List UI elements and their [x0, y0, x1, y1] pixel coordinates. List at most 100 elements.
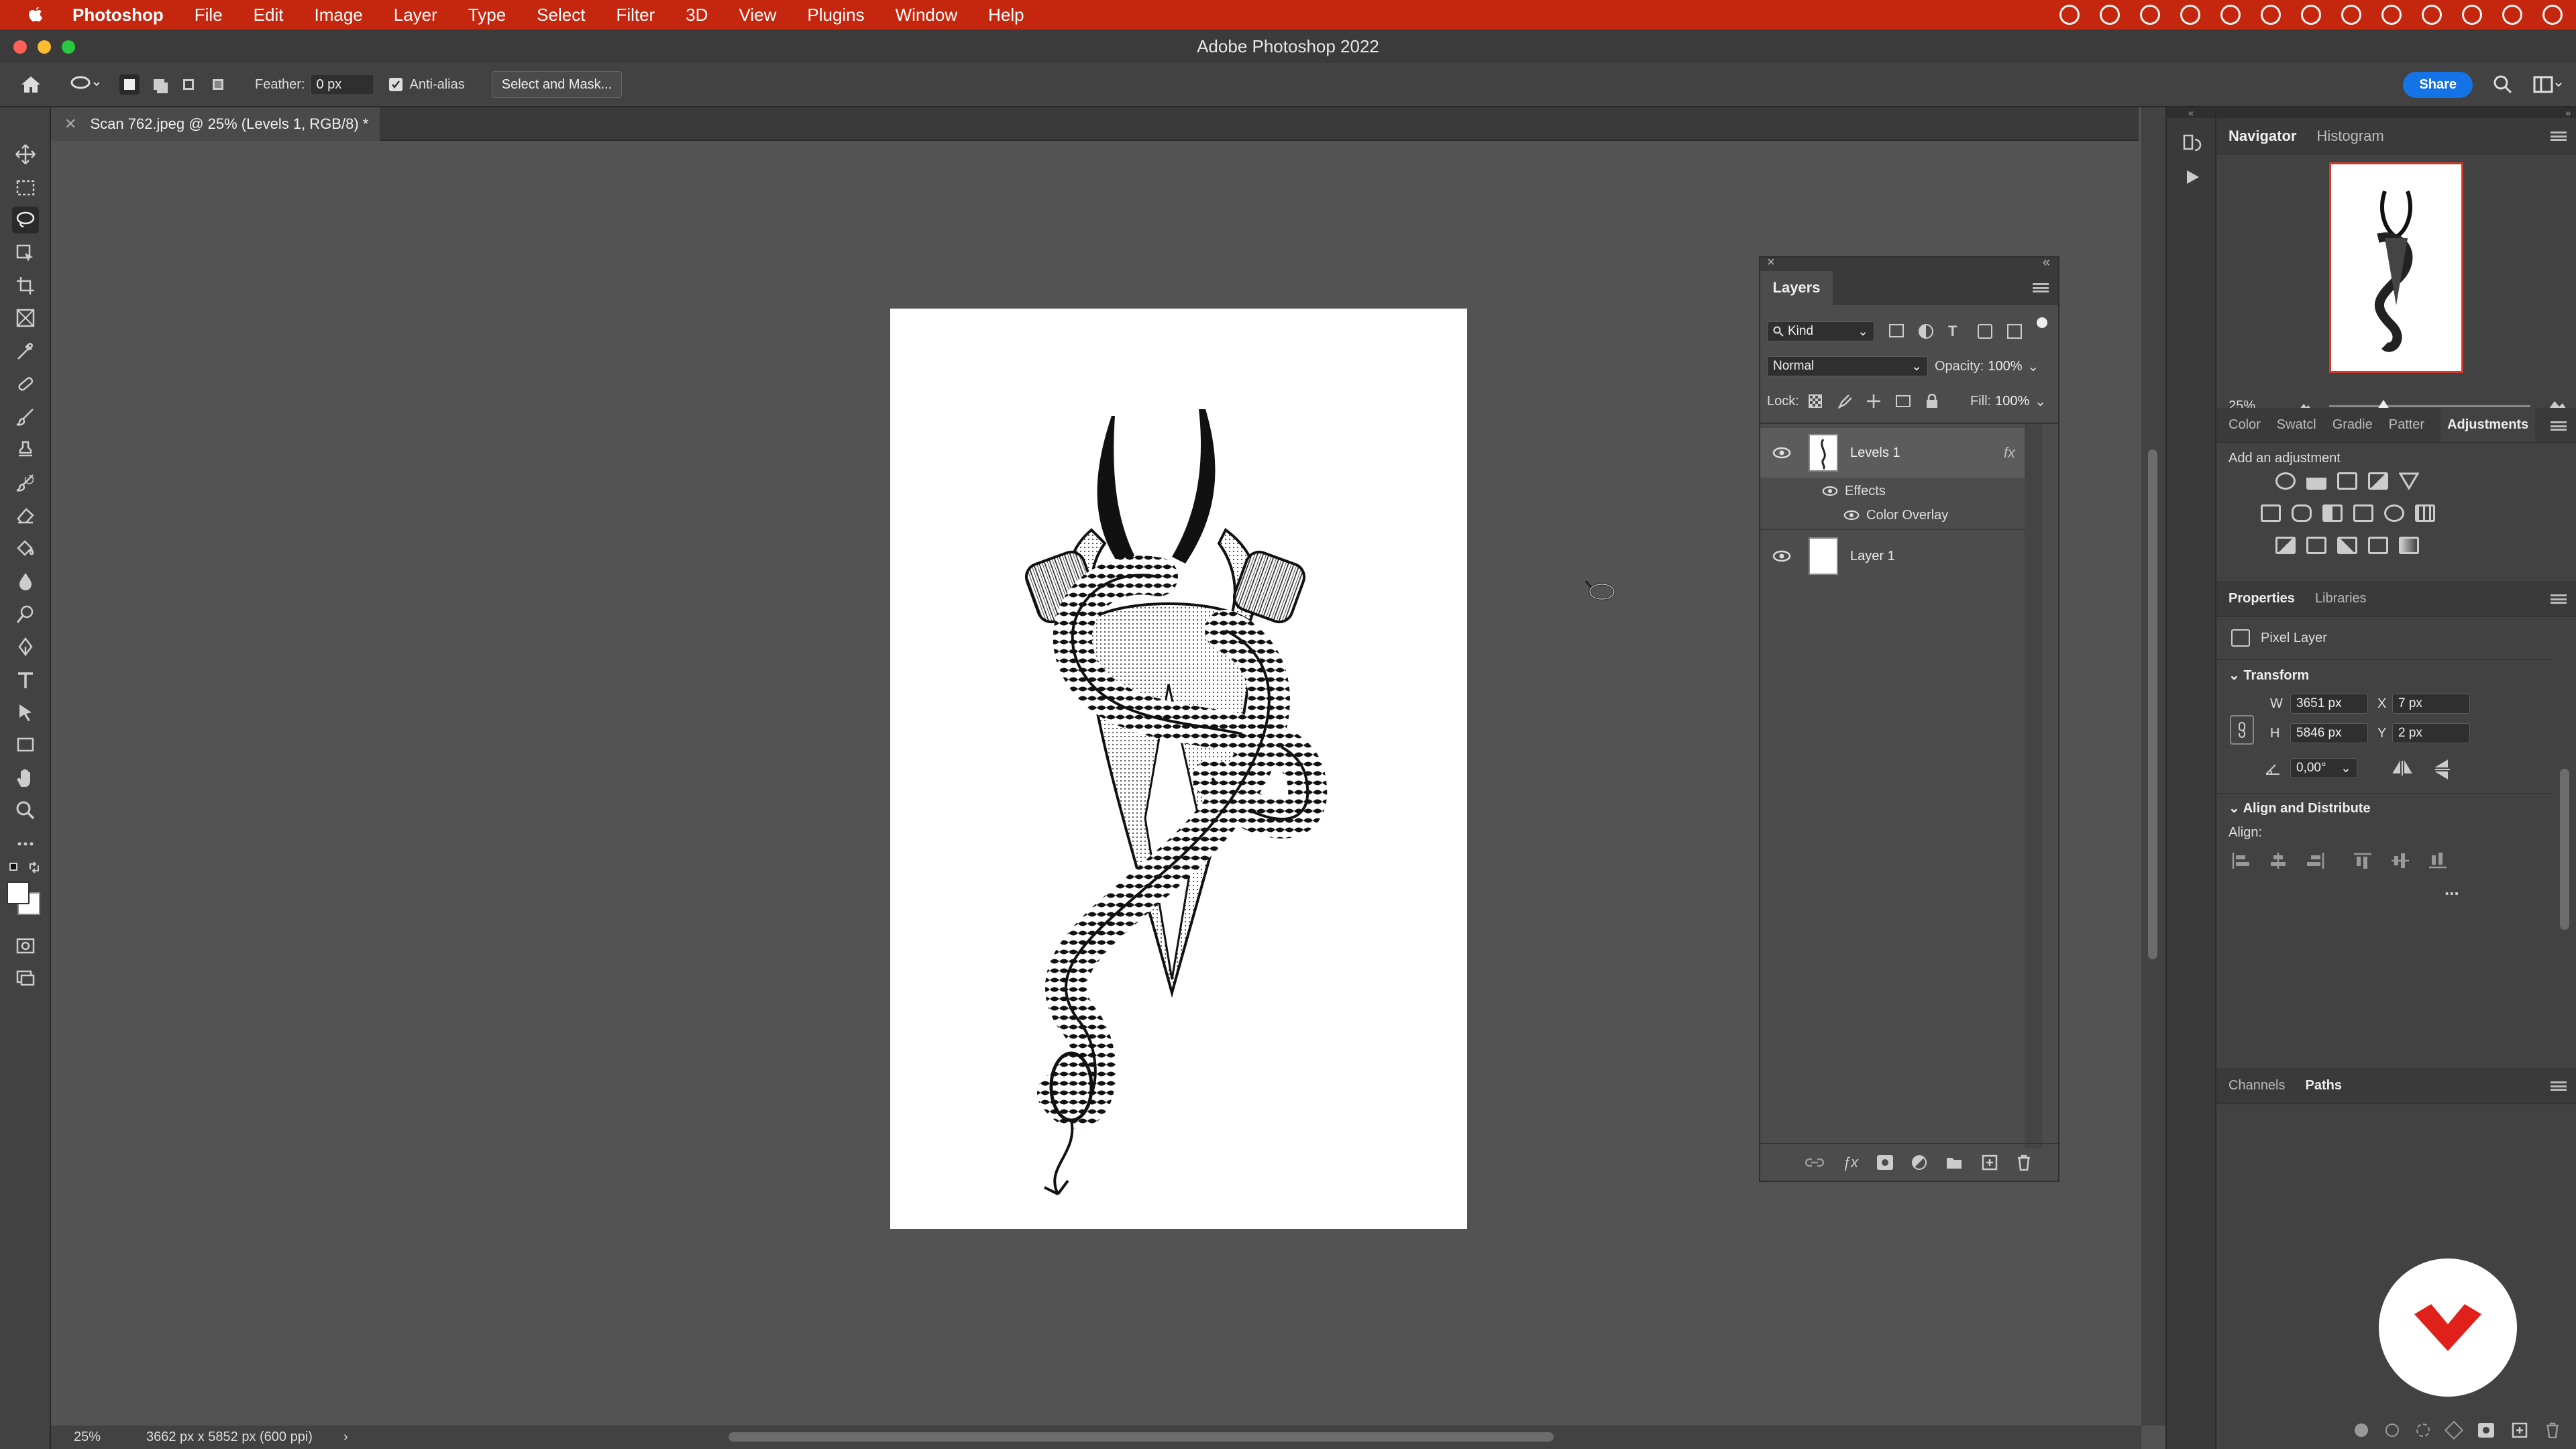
layers-tab[interactable]: Layers	[1760, 271, 1833, 305]
align-vertical-center-icon[interactable]	[2391, 852, 2410, 869]
new-group-folder-icon[interactable]	[1945, 1155, 1963, 1170]
apple-icon[interactable]	[25, 5, 46, 25]
add-style-icon[interactable]: ƒx	[1843, 1154, 1858, 1171]
layer-name[interactable]: Layer 1	[1850, 549, 1895, 564]
workspace-icon[interactable]	[2533, 74, 2563, 95]
menu-view[interactable]: View	[739, 5, 776, 25]
curves-icon[interactable]	[2337, 472, 2357, 490]
dodge-tool-icon[interactable]	[12, 601, 39, 628]
select-and-mask-button[interactable]: Select and Mask...	[491, 71, 623, 98]
subtract-selection-icon[interactable]	[178, 74, 199, 95]
layer-fx-badge[interactable]: fx	[2004, 444, 2015, 462]
chevron-down-icon[interactable]: ⌄	[2035, 393, 2046, 410]
navigator-tab[interactable]: Navigator	[2229, 127, 2296, 145]
selective-color-icon[interactable]	[2368, 537, 2388, 554]
menu-type[interactable]: Type	[468, 5, 506, 25]
vertical-scrollbar[interactable]	[2141, 107, 2165, 1426]
opacity-value[interactable]: 100%	[1988, 359, 2022, 374]
layer-row-levels[interactable]: Levels 1 fx	[1760, 428, 2025, 478]
blend-mode-select[interactable]: Normal ⌄	[1767, 356, 1928, 376]
visibility-eye-icon[interactable]	[1843, 509, 1860, 521]
shape-filter-icon[interactable]	[1978, 324, 1992, 339]
move-tool-icon[interactable]	[12, 141, 39, 168]
flag-icon[interactable]	[2422, 5, 2442, 25]
script-icon[interactable]	[2220, 5, 2241, 25]
vibrance-triangle-icon[interactable]	[2399, 472, 2419, 490]
adjustment-filter-icon[interactable]	[1919, 324, 1933, 339]
menu-filter[interactable]: Filter	[616, 5, 655, 25]
quick-mask-icon[interactable]	[12, 932, 39, 959]
lock-pixels-icon[interactable]	[1837, 394, 1851, 409]
flip-horizontal-icon[interactable]	[2392, 759, 2412, 777]
path-selection-tool-icon[interactable]	[12, 699, 39, 726]
add-mask-icon[interactable]	[2478, 1423, 2494, 1438]
collapse-column-icon[interactable]: «	[2167, 107, 2215, 118]
navigator-menu-icon[interactable]	[2551, 131, 2567, 141]
load-selection-icon[interactable]	[2416, 1424, 2430, 1437]
fill-value[interactable]: 100%	[1995, 394, 2029, 409]
posterize-icon[interactable]	[2306, 537, 2326, 554]
paint-bucket-tool-icon[interactable]	[12, 535, 39, 562]
new-layer-icon[interactable]	[1982, 1155, 1998, 1171]
menu-select[interactable]: Select	[537, 5, 585, 25]
actions-play-icon[interactable]	[2183, 168, 2202, 186]
properties-tab[interactable]: Properties	[2229, 591, 2295, 606]
default-colors-icon[interactable]	[9, 863, 17, 871]
invert-icon[interactable]	[2275, 537, 2296, 554]
add-mask-icon[interactable]	[1877, 1155, 1893, 1170]
wifi-icon[interactable]	[2301, 5, 2321, 25]
layers-panel-drag-bar[interactable]: × «	[1760, 255, 2058, 271]
stroke-path-icon[interactable]	[2385, 1424, 2399, 1437]
minimize-window-icon[interactable]	[38, 40, 51, 54]
color-overlay-row[interactable]: Color Overlay	[1760, 503, 2058, 527]
foreground-color-swatch[interactable]	[7, 881, 30, 904]
align-section-toggle[interactable]: ⌄ Align and Distribute	[2229, 800, 2371, 816]
close-panel-icon[interactable]: ×	[1767, 255, 1775, 270]
smart-object-filter-icon[interactable]	[2007, 324, 2022, 339]
palette-icon[interactable]	[2261, 5, 2281, 25]
menu-layer[interactable]: Layer	[394, 5, 437, 25]
levels-icon[interactable]	[2306, 472, 2326, 490]
swatches-tab[interactable]: Swatcl	[2277, 417, 2316, 433]
vertical-scroll-thumb[interactable]	[2148, 449, 2157, 959]
align-left-icon[interactable]	[2231, 852, 2250, 869]
crop-tool-icon[interactable]	[12, 272, 39, 299]
marquee-tool-icon[interactable]	[12, 174, 39, 201]
status-zoom[interactable]: 25%	[74, 1430, 101, 1445]
record-icon[interactable]	[2180, 5, 2200, 25]
rectangle-tool-icon[interactable]	[12, 731, 39, 758]
history-panel-icon[interactable]	[2182, 133, 2203, 154]
healing-brush-tool-icon[interactable]	[12, 370, 39, 397]
y-input[interactable]: 2 px	[2392, 723, 2470, 743]
x-input[interactable]: 7 px	[2392, 694, 2470, 714]
control-center-icon[interactable]	[2502, 5, 2522, 25]
menu-window[interactable]: Window	[896, 5, 957, 25]
chevron-down-icon[interactable]: ⌄	[2028, 358, 2039, 375]
expand-dock-icon[interactable]: »	[2216, 107, 2576, 118]
home-icon[interactable]	[19, 74, 43, 95]
close-window-icon[interactable]	[13, 40, 27, 54]
brush-tool-icon[interactable]	[12, 404, 39, 431]
align-top-icon[interactable]	[2353, 852, 2372, 869]
link-dimensions-icon[interactable]	[2230, 715, 2254, 745]
new-path-icon[interactable]	[2512, 1422, 2528, 1438]
network-icon[interactable]	[2341, 5, 2361, 25]
edit-toolbar-icon[interactable]	[12, 830, 39, 857]
libraries-tab[interactable]: Libraries	[2315, 591, 2367, 606]
type-filter-icon[interactable]: T	[1948, 324, 1963, 339]
width-input[interactable]: 3651 px	[2290, 694, 2368, 714]
object-selection-tool-icon[interactable]	[12, 240, 39, 267]
add-selection-icon[interactable]	[149, 74, 169, 95]
document-tab[interactable]: ✕ Scan 762.jpeg @ 25% (Levels 1, RGB/8) …	[51, 107, 380, 141]
chevron-right-icon[interactable]: ›	[343, 1430, 348, 1445]
cloud-sync-icon[interactable]	[2140, 5, 2160, 25]
clock-icon[interactable]	[2542, 5, 2563, 25]
menu-image[interactable]: Image	[314, 5, 362, 25]
menu-3d[interactable]: 3D	[686, 5, 708, 25]
share-button[interactable]: Share	[2403, 71, 2473, 98]
transform-section-toggle[interactable]: ⌄ Transform	[2229, 667, 2309, 684]
histogram-tab[interactable]: Histogram	[2316, 127, 2383, 145]
link-layers-icon[interactable]	[1805, 1156, 1824, 1169]
delete-path-trash-icon[interactable]	[2545, 1422, 2560, 1438]
black-white-icon[interactable]	[2322, 504, 2343, 522]
